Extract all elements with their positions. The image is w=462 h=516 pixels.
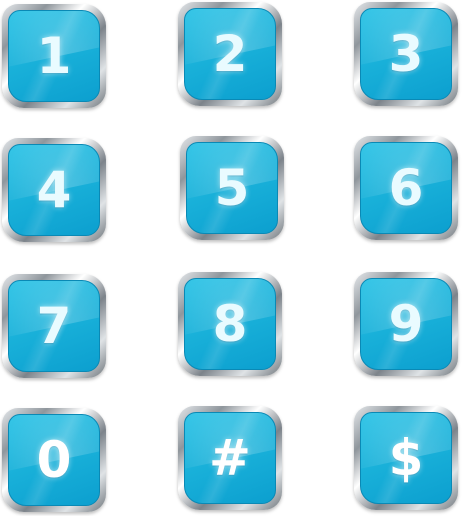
key-face: 6 <box>360 142 452 234</box>
key-hash[interactable]: # <box>178 406 282 510</box>
key-5[interactable]: 5 <box>180 136 284 240</box>
key-label: # <box>209 429 251 487</box>
key-3[interactable]: 3 <box>354 2 458 106</box>
key-face: 0 <box>8 414 100 506</box>
key-face: 2 <box>184 8 276 100</box>
key-6[interactable]: 6 <box>354 136 458 240</box>
key-label: 8 <box>212 295 248 353</box>
key-label: 6 <box>388 159 424 217</box>
key-label: 5 <box>214 159 250 217</box>
key-face: 9 <box>360 278 452 370</box>
key-dollar[interactable]: $ <box>354 406 458 510</box>
key-label: 7 <box>36 297 72 355</box>
key-face: 5 <box>186 142 278 234</box>
key-face: 8 <box>184 278 276 370</box>
key-label: 9 <box>388 295 424 353</box>
key-face: 3 <box>360 8 452 100</box>
key-face: # <box>184 412 276 504</box>
key-label: 2 <box>212 25 248 83</box>
key-face: 4 <box>8 144 100 236</box>
key-2[interactable]: 2 <box>178 2 282 106</box>
key-label: 1 <box>36 27 72 85</box>
keypad: 1 2 3 4 5 6 7 8 9 0 # $ <box>0 0 462 516</box>
key-label: 3 <box>388 25 424 83</box>
key-face: $ <box>360 412 452 504</box>
key-8[interactable]: 8 <box>178 272 282 376</box>
key-0[interactable]: 0 <box>2 408 106 512</box>
key-7[interactable]: 7 <box>2 274 106 378</box>
key-face: 7 <box>8 280 100 372</box>
key-label: 4 <box>36 161 72 219</box>
key-face: 1 <box>8 10 100 102</box>
key-9[interactable]: 9 <box>354 272 458 376</box>
key-label: 0 <box>36 431 72 489</box>
key-4[interactable]: 4 <box>2 138 106 242</box>
key-1[interactable]: 1 <box>2 4 106 108</box>
key-label: $ <box>388 429 424 487</box>
